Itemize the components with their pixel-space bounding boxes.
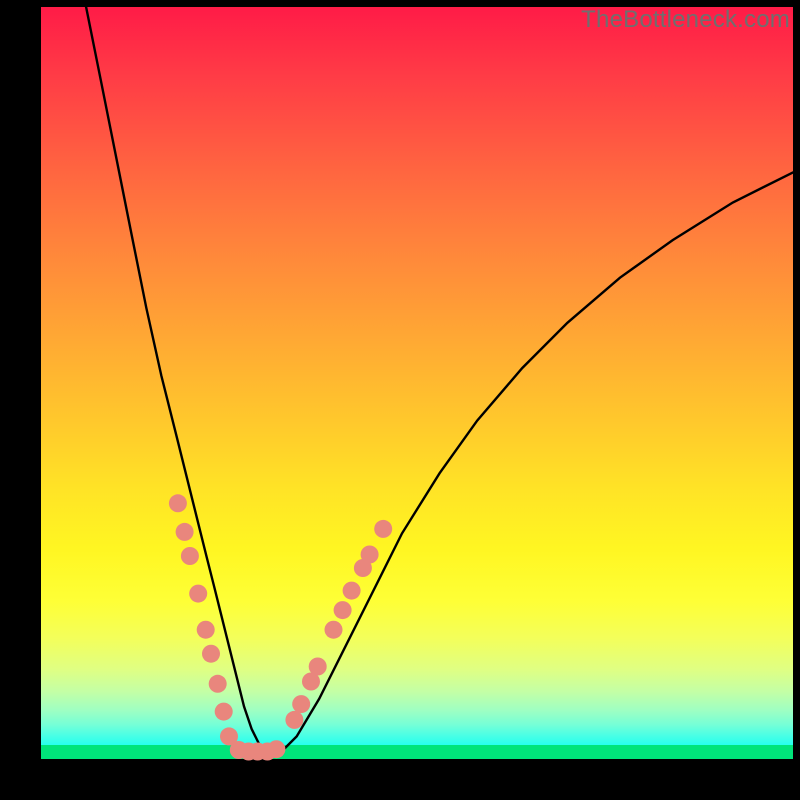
- highlight-dots: [169, 494, 392, 760]
- highlight-dot: [189, 585, 207, 603]
- highlight-dot: [309, 658, 327, 676]
- watermark-text: TheBottleneck.com: [581, 6, 790, 34]
- highlight-dot: [343, 582, 361, 600]
- highlight-dot: [325, 621, 343, 639]
- highlight-dot: [169, 494, 187, 512]
- highlight-dot: [285, 711, 303, 729]
- bottleneck-curve: [86, 7, 793, 752]
- chart-svg: [41, 7, 793, 759]
- highlight-dot: [202, 645, 220, 663]
- highlight-dot: [334, 601, 352, 619]
- plot-area: [41, 7, 793, 759]
- highlight-dot: [181, 547, 199, 565]
- highlight-dot: [197, 621, 215, 639]
- highlight-dot: [215, 703, 233, 721]
- highlight-dot: [292, 695, 310, 713]
- highlight-dot: [374, 520, 392, 538]
- highlight-dot: [176, 523, 194, 541]
- highlight-dot: [267, 740, 285, 758]
- chart-frame: TheBottleneck.com: [0, 0, 800, 800]
- highlight-dot: [209, 675, 227, 693]
- highlight-dot: [361, 546, 379, 564]
